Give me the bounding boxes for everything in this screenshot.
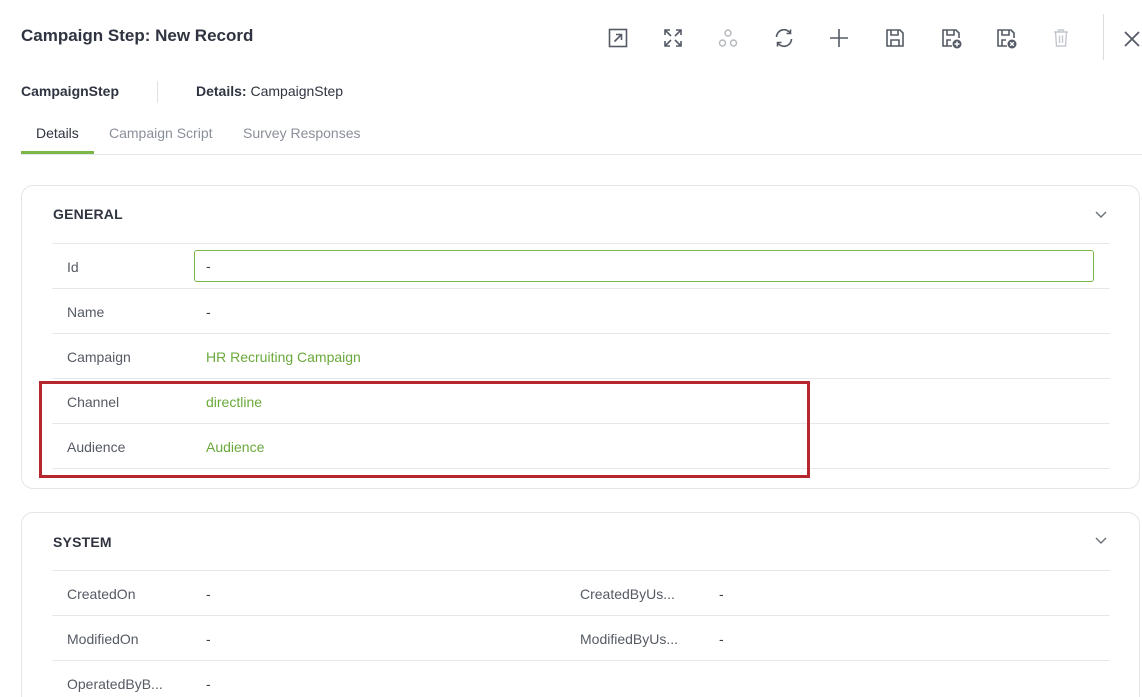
field-value-operatedby: - <box>206 676 211 692</box>
save-and-new-button[interactable] <box>934 22 968 54</box>
plus-icon <box>830 29 848 47</box>
close-button[interactable] <box>1118 25 1142 53</box>
save-plus-icon <box>942 29 962 49</box>
field-label-modifiedon: ModifiedOn <box>67 631 139 647</box>
add-button[interactable] <box>822 22 856 54</box>
field-row-modified: ModifiedOn - ModifiedByUs... - <box>52 615 1110 660</box>
general-section: GENERAL Id Name - Campaign HR Recruiting… <box>21 185 1140 489</box>
field-label-channel: Channel <box>67 394 120 410</box>
toolbar-divider <box>1103 14 1104 60</box>
page-title: Campaign Step: New Record <box>21 26 254 45</box>
field-row-id: Id <box>52 243 1110 288</box>
field-label-modifiedby: ModifiedByUs... <box>580 631 679 647</box>
section-bottom-divider <box>52 468 1110 469</box>
active-tab-indicator <box>21 151 94 154</box>
field-label-audience: Audience <box>67 439 126 455</box>
save-and-close-button[interactable] <box>989 22 1023 54</box>
details-label: Details: <box>196 83 247 99</box>
close-icon <box>1124 31 1140 47</box>
tab-details[interactable]: Details <box>36 125 79 141</box>
field-row-channel: Channel directline <box>52 378 1110 423</box>
save-icon <box>886 29 904 47</box>
tab-bar: Details Campaign Script Survey Responses <box>21 120 1142 155</box>
field-label-operatedby: OperatedByB... <box>67 676 163 692</box>
trash-icon <box>1054 29 1068 47</box>
field-value-name[interactable]: - <box>206 304 211 320</box>
field-label-campaign: Campaign <box>67 349 131 365</box>
field-label-name: Name <box>67 304 105 320</box>
field-row-name: Name - <box>52 288 1110 333</box>
field-label-createdby: CreatedByUs... <box>580 586 675 602</box>
hierarchy-icon <box>718 29 738 47</box>
maximize-button[interactable] <box>656 22 690 54</box>
details-value: CampaignStep <box>250 83 344 99</box>
field-label-createdon: CreatedOn <box>67 586 136 602</box>
field-value-modifiedon: - <box>206 631 211 647</box>
field-label-id: Id <box>67 259 79 275</box>
tab-survey-responses[interactable]: Survey Responses <box>243 125 361 141</box>
field-row-created: CreatedOn - CreatedByUs... - <box>52 570 1110 615</box>
save-close-icon <box>997 29 1017 49</box>
section-title-general: GENERAL <box>53 206 123 222</box>
channel-link[interactable]: directline <box>206 394 262 410</box>
id-field[interactable] <box>194 250 1094 282</box>
external-link-icon <box>608 28 628 48</box>
system-section: SYSTEM CreatedOn - CreatedByUs... - Modi… <box>21 512 1140 697</box>
section-title-system: SYSTEM <box>53 534 112 550</box>
field-value-createdon: - <box>206 586 211 602</box>
entity-name: CampaignStep <box>21 83 120 99</box>
refresh-icon <box>775 28 793 48</box>
subheader-divider <box>157 81 158 103</box>
field-row-operatedby: OperatedByB... - <box>52 660 1110 697</box>
expand-icon <box>664 29 682 47</box>
field-value-modifiedby: - <box>719 631 724 647</box>
chevron-down-icon[interactable] <box>1093 206 1109 222</box>
save-button[interactable] <box>878 22 912 54</box>
field-row-audience: Audience Audience <box>52 423 1110 468</box>
tab-campaign-script[interactable]: Campaign Script <box>109 125 213 141</box>
campaign-link[interactable]: HR Recruiting Campaign <box>206 349 361 365</box>
audience-link[interactable]: Audience <box>206 439 264 455</box>
open-new-window-button[interactable] <box>601 22 635 54</box>
hierarchy-button[interactable] <box>711 22 745 54</box>
field-row-campaign: Campaign HR Recruiting Campaign <box>52 333 1110 378</box>
chevron-down-icon[interactable] <box>1093 532 1109 548</box>
field-value-createdby: - <box>719 586 724 602</box>
delete-button[interactable] <box>1044 22 1078 54</box>
record-header: Campaign Step: New Record <box>0 0 1142 75</box>
details-info: Details: CampaignStep <box>196 83 343 99</box>
refresh-button[interactable] <box>767 22 801 54</box>
